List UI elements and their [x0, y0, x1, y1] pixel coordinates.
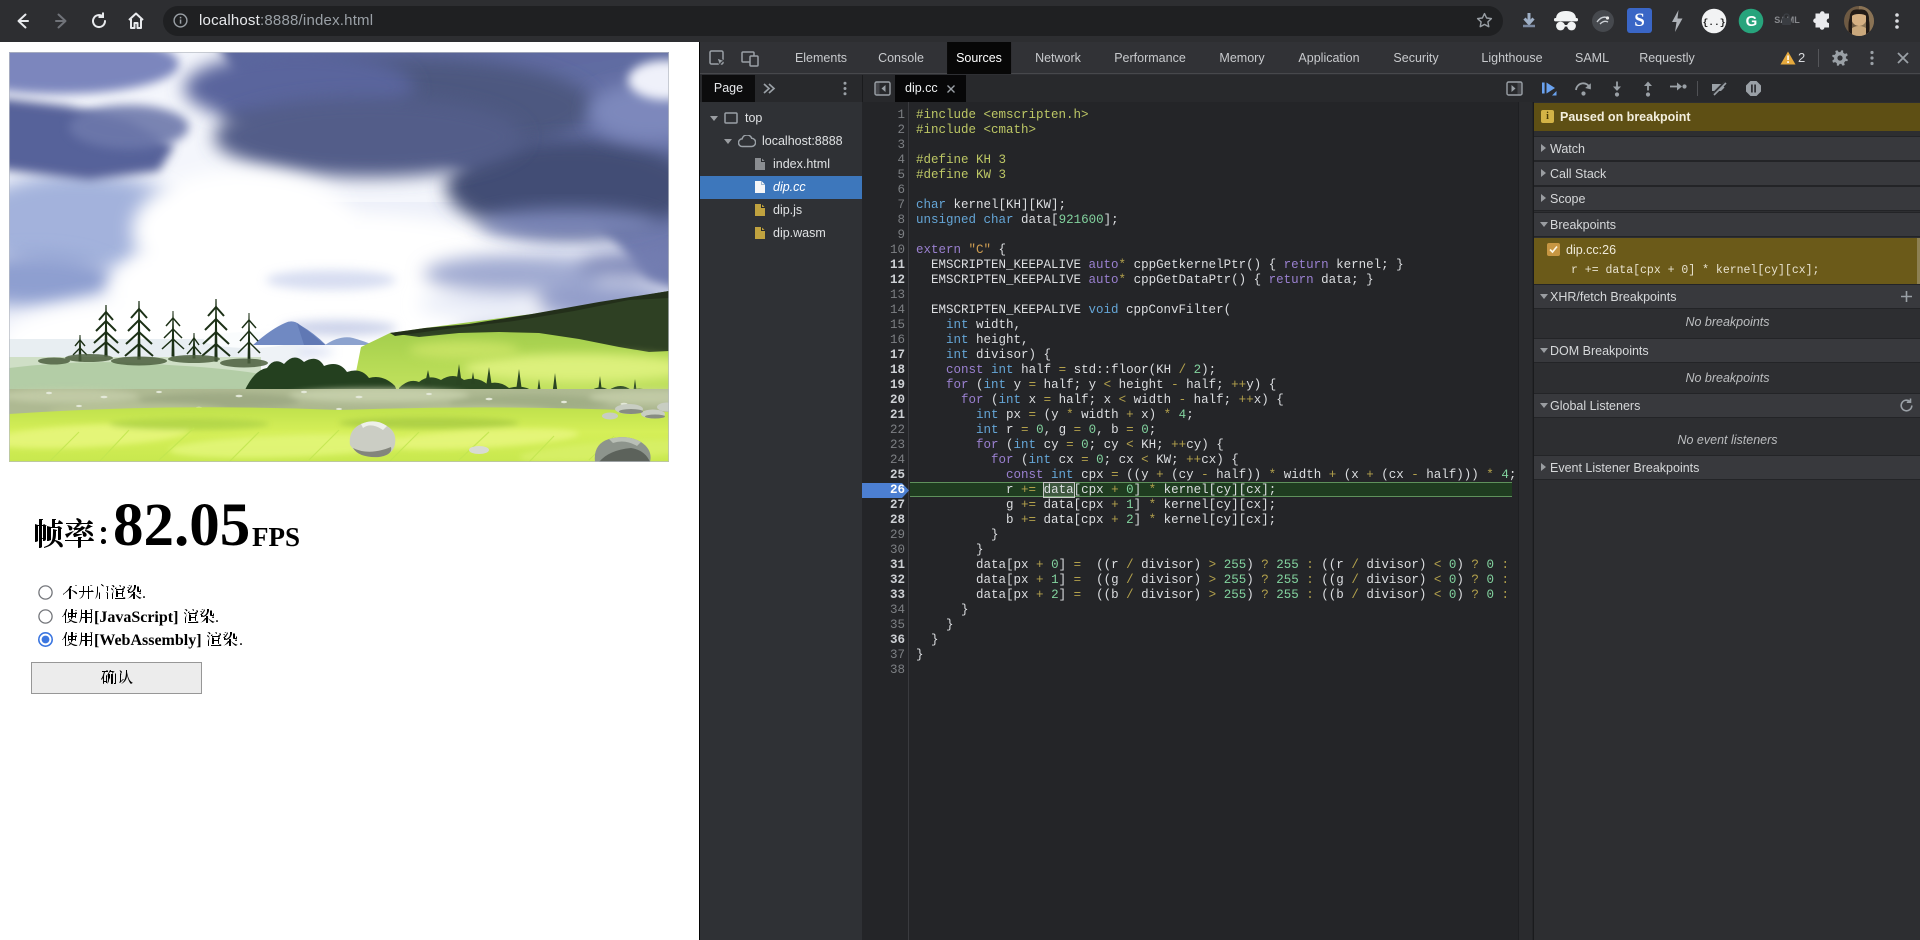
svg-text:G: G	[1746, 13, 1758, 30]
svg-text:{..}: {..}	[1703, 17, 1726, 28]
